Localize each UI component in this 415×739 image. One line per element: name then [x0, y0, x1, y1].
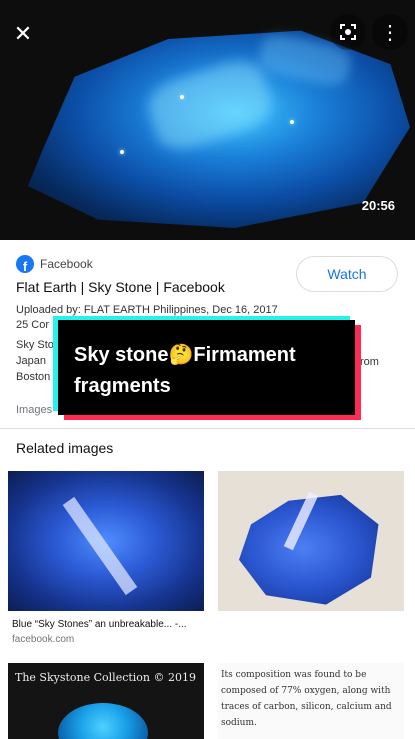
source-name: Facebook	[40, 257, 93, 271]
sparkle	[290, 120, 294, 124]
lens-icon[interactable]	[330, 14, 366, 50]
comment-count: 25 Cor	[16, 319, 50, 331]
caption-line: fragments	[74, 375, 171, 397]
related-image-thumbnail[interactable]	[8, 471, 204, 611]
facebook-icon: f	[16, 255, 34, 273]
hero-image[interactable]: ✕ ⋮ 20:56	[0, 0, 415, 240]
watch-button[interactable]: Watch	[296, 256, 398, 292]
video-caption-overlay: Sky stone🤔Firmament fragments	[58, 320, 355, 415]
close-icon[interactable]: ✕	[5, 16, 41, 52]
result-title[interactable]: Flat Earth | Sky Stone | Facebook	[16, 279, 225, 295]
sparkle	[120, 150, 124, 154]
video-duration: 20:56	[361, 198, 395, 213]
related-image-thumbnail[interactable]: Its composition was found to be composed…	[218, 663, 404, 739]
related-image-thumbnail[interactable]	[218, 471, 404, 611]
related-images-title: Related images	[16, 440, 114, 456]
description-line: Boston	[16, 371, 51, 383]
related-image-source: facebook.com	[12, 634, 75, 645]
description-line: Japan	[16, 355, 46, 367]
thumbnail-text: The Skystone Collection © 2019	[15, 671, 197, 684]
images-note: Images	[16, 404, 53, 416]
source-row[interactable]: f Facebook	[16, 255, 93, 273]
related-image-thumbnail[interactable]: The Skystone Collection © 2019	[8, 663, 204, 739]
caption-line: Sky stone🤔Firmament	[74, 344, 296, 366]
thumbnail-text: Its composition was found to be composed…	[221, 670, 392, 728]
description-line: Sky Sto	[16, 339, 54, 351]
related-images-section: Related images Blue “Sky Stones” an unbr…	[0, 428, 415, 739]
more-vert-icon[interactable]: ⋮	[372, 14, 408, 50]
related-image-caption[interactable]: Blue “Sky Stones” an unbreakable... -...	[12, 619, 187, 630]
upload-info: Uploaded by: FLAT EARTH Philippines, Dec…	[16, 304, 278, 316]
description-line-tail: rom	[360, 356, 379, 368]
sparkle	[180, 95, 184, 99]
sky-stone-photo	[58, 703, 148, 739]
stone-streak	[62, 496, 138, 596]
